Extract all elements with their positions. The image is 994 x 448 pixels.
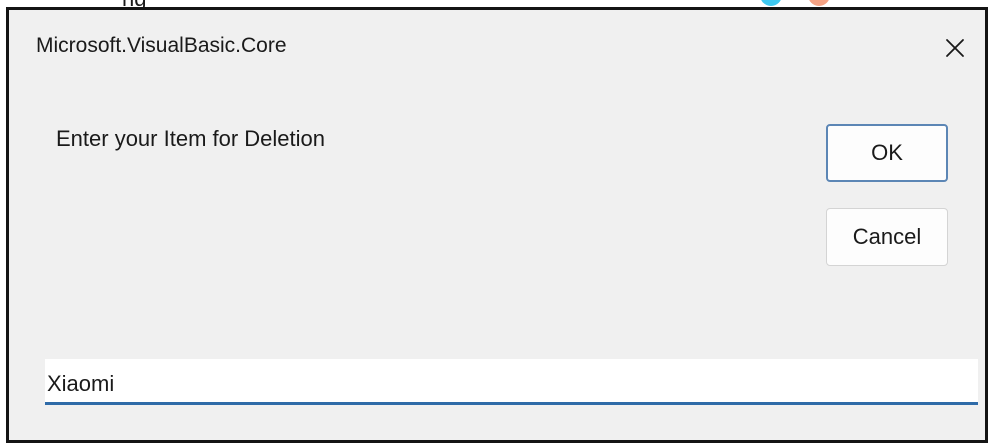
close-icon: [946, 39, 964, 57]
cancel-button[interactable]: Cancel: [826, 208, 948, 266]
input-dialog: Microsoft.VisualBasic.Core Enter your It…: [6, 7, 988, 443]
close-button[interactable]: [931, 26, 981, 72]
dialog-title: Microsoft.VisualBasic.Core: [36, 34, 287, 57]
cropped-cyan-circle-icon: [760, 0, 782, 6]
prompt-label: Enter your Item for Deletion: [56, 126, 326, 151]
cropped-orange-circle-icon: [808, 0, 830, 6]
screen: ng Microsoft.VisualBasic.Core Enter your…: [0, 0, 994, 448]
title-bar: Microsoft.VisualBasic.Core: [9, 10, 985, 88]
item-input[interactable]: [45, 359, 978, 405]
ok-button[interactable]: OK: [826, 124, 948, 182]
